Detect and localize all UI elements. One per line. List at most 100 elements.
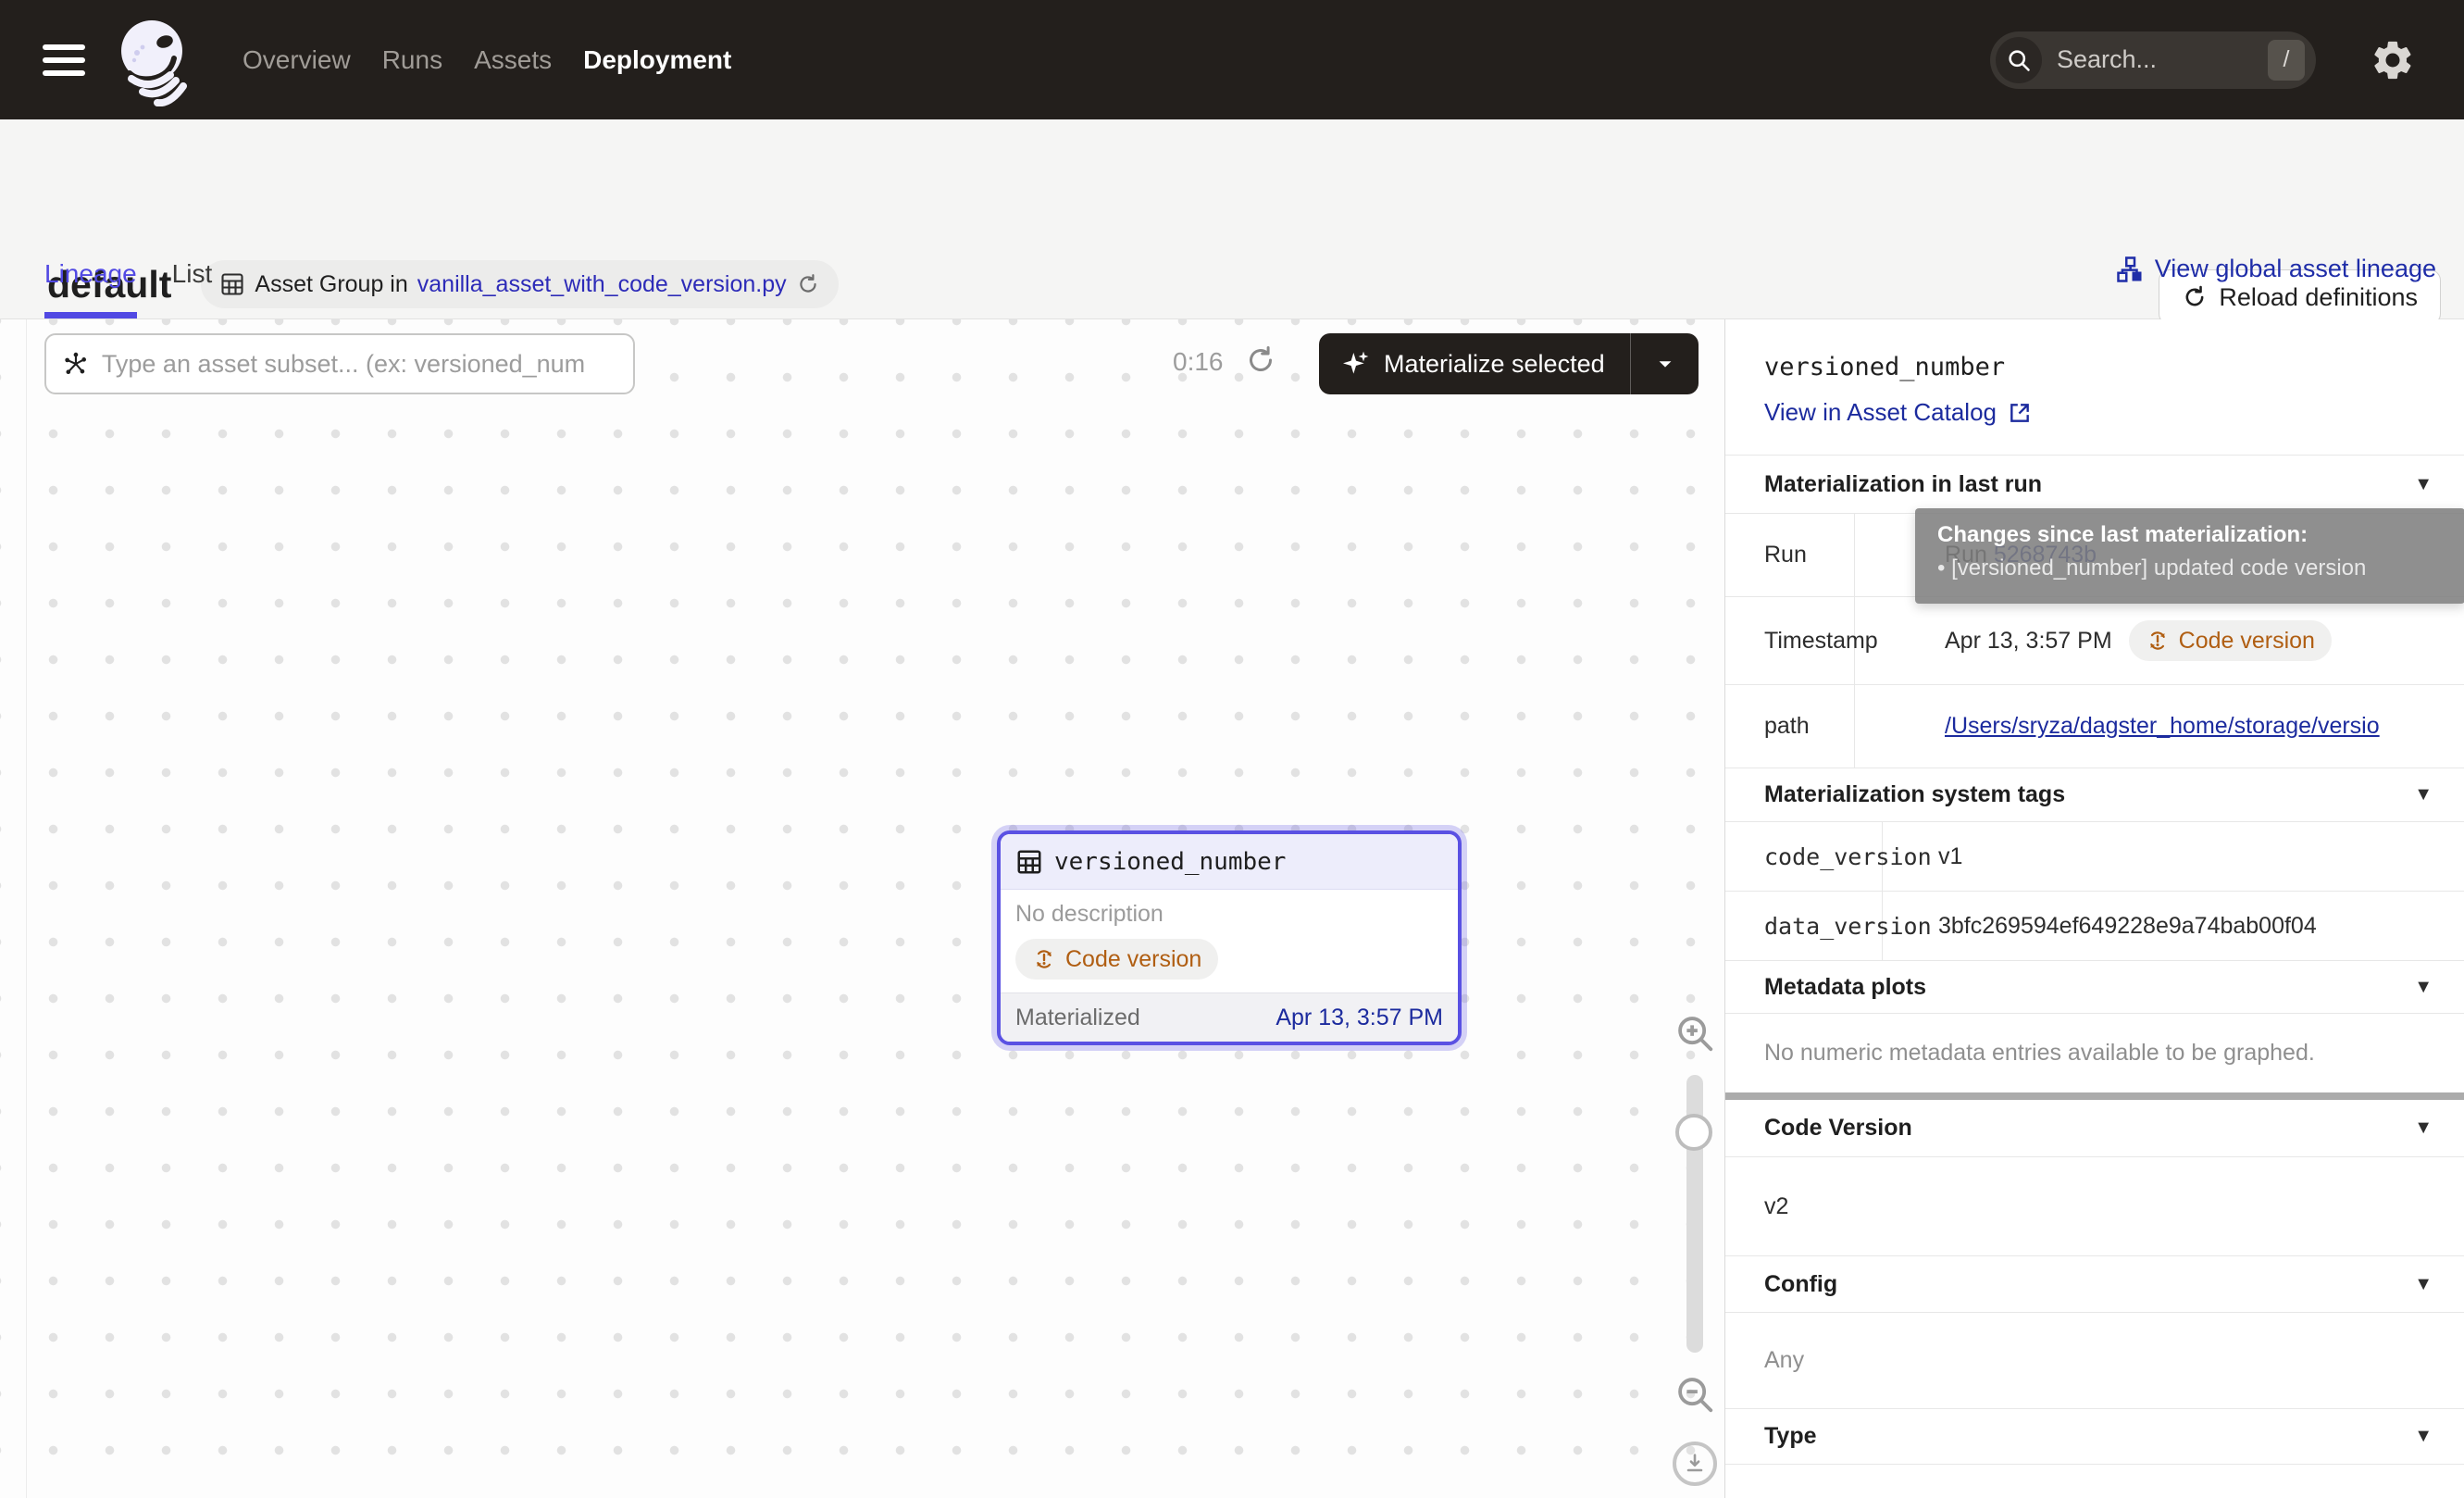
reload-definitions-label: Reload definitions — [2219, 283, 2418, 312]
reload-icon — [2182, 284, 2208, 310]
section-config[interactable]: Config ▼ — [1725, 1256, 2464, 1313]
section-metadata-plots[interactable]: Metadata plots ▼ — [1725, 961, 2464, 1014]
asset-detail-panel: versioned_number View in Asset Catalog M… — [1724, 319, 2464, 1498]
run-word: Run — [1945, 542, 1987, 568]
section-materialization-system-tags[interactable]: Materialization system tags ▼ — [1725, 768, 2464, 822]
nav-item-overview[interactable]: Overview — [243, 45, 351, 75]
section-type[interactable]: Type ▼ — [1725, 1409, 2464, 1465]
panel-asset-title: versioned_number — [1764, 353, 2464, 381]
hamburger-menu-icon[interactable] — [43, 44, 85, 76]
asset-node-description: No description — [1015, 901, 1443, 928]
asset-node-footer: Materialized Apr 13, 3:57 PM — [1001, 992, 1458, 1042]
tab-list[interactable]: List — [172, 259, 213, 318]
run-value: Run 5268743b — [1855, 514, 2464, 596]
code-version-badge: Code version — [2129, 620, 2332, 661]
search-shortcut-key: / — [2268, 40, 2305, 81]
code-version-value: v2 — [1725, 1157, 2464, 1256]
nav-item-assets[interactable]: Assets — [474, 45, 552, 75]
timestamp-text: Apr 13, 3:57 PM — [1945, 628, 2112, 655]
zoom-slider[interactable] — [1686, 1075, 1703, 1353]
tab-lineage[interactable]: Lineage — [44, 259, 137, 318]
graph-refresh-icon[interactable] — [1244, 343, 1277, 377]
asset-group-icon — [219, 271, 245, 297]
panel-section-divider — [1725, 1092, 2464, 1100]
external-link-icon — [2008, 401, 2032, 425]
nav-links: Overview Runs Assets Deployment — [243, 45, 731, 75]
asset-node-body: No description Code version — [1001, 890, 1458, 992]
global-search[interactable]: / — [1990, 31, 2316, 89]
caret-down-icon: ▼ — [2414, 1426, 2433, 1447]
materialized-status-label: Materialized — [1015, 1005, 1140, 1031]
download-graph-button[interactable] — [1673, 1442, 1717, 1486]
path-link[interactable]: /Users/sryza/dagster_home/storage/versio — [1945, 713, 2380, 740]
asset-group-badge: Asset Group in vanilla_asset_with_code_v… — [201, 260, 838, 308]
asset-group-file-link[interactable]: vanilla_asset_with_code_version.py — [417, 271, 787, 298]
path-label: path — [1725, 685, 1855, 768]
download-icon — [1682, 1451, 1708, 1477]
asset-node-versioned-number[interactable]: versioned_number No description Code ver… — [997, 830, 1462, 1045]
caret-down-icon: ▼ — [2414, 784, 2433, 805]
materialize-options-dropdown[interactable] — [1630, 333, 1699, 394]
code-version-tag-row: code_version v1 — [1725, 822, 2464, 892]
sparkle-icon — [1341, 349, 1371, 379]
code-version-badge-label: Code version — [1065, 946, 1201, 973]
section-label: Code Version — [1764, 1115, 1912, 1142]
code-version-changed-icon — [1032, 947, 1056, 971]
view-in-asset-catalog-label: View in Asset Catalog — [1764, 398, 1997, 427]
view-global-asset-lineage-label: View global asset lineage — [2155, 255, 2436, 283]
asset-node-title: versioned_number — [1054, 848, 1286, 876]
asset-group-label: Asset Group in — [255, 271, 407, 298]
caret-down-icon: ▼ — [2414, 474, 2433, 495]
zoom-slider-thumb[interactable] — [1675, 1114, 1712, 1151]
view-in-asset-catalog-link[interactable]: View in Asset Catalog — [1764, 398, 2032, 427]
timestamp-label: Timestamp — [1725, 597, 1855, 684]
lineage-canvas[interactable]: 0:16 Materialize selected versioned_numb… — [0, 319, 1724, 1498]
search-input[interactable] — [2057, 45, 2223, 74]
top-nav: Overview Runs Assets Deployment / — [0, 0, 2464, 119]
asset-subset-filter[interactable] — [44, 333, 635, 394]
chevron-down-icon — [1655, 354, 1675, 374]
zoom-controls — [1666, 1012, 1724, 1486]
run-label: Run — [1725, 514, 1855, 596]
code-version-tag-value: v1 — [1883, 822, 2464, 891]
code-version-tag-label: code_version — [1725, 822, 1883, 891]
code-version-changed-icon — [2146, 629, 2170, 653]
page-header: default Asset Group in vanilla_asset_wit… — [0, 119, 2464, 319]
nav-item-runs[interactable]: Runs — [382, 45, 442, 75]
section-label: Type — [1764, 1423, 1817, 1450]
section-materialization-in-last-run[interactable]: Materialization in last run ▼ — [1725, 456, 2464, 514]
nav-item-deployment[interactable]: Deployment — [583, 45, 731, 75]
metadata-empty-message: No numeric metadata entries available to… — [1725, 1014, 2464, 1092]
data-version-tag-label: data_version — [1725, 892, 1883, 960]
path-row: path /Users/sryza/dagster_home/storage/v… — [1725, 685, 2464, 768]
timestamp-row: Timestamp Apr 13, 3:57 PM Code version — [1725, 597, 2464, 685]
section-label: Materialization in last run — [1764, 471, 2042, 498]
view-global-asset-lineage-link[interactable]: View global asset lineage — [2116, 255, 2436, 283]
materialize-selected-button[interactable]: Materialize selected — [1319, 333, 1699, 394]
lineage-graph-icon — [2116, 256, 2144, 283]
caret-down-icon: ▼ — [2414, 977, 2433, 998]
zoom-out-icon[interactable] — [1674, 1373, 1716, 1416]
table-icon — [1015, 848, 1043, 876]
data-version-tag-row: data_version 3bfc269594ef649228e9a74bab0… — [1725, 892, 2464, 961]
section-code-version[interactable]: Code Version ▼ — [1725, 1100, 2464, 1157]
asset-node-header: versioned_number — [1001, 834, 1458, 890]
caret-down-icon: ▼ — [2414, 1117, 2433, 1139]
run-id-link[interactable]: 5268743b — [1994, 542, 2097, 568]
refresh-icon[interactable] — [796, 272, 820, 296]
zoom-in-icon[interactable] — [1674, 1012, 1716, 1055]
data-version-tag-value: 3bfc269594ef649228e9a74bab00f04 — [1883, 892, 2464, 960]
materialized-time-link[interactable]: Apr 13, 3:57 PM — [1276, 1005, 1443, 1031]
panel-header: versioned_number View in Asset Catalog — [1725, 319, 2464, 456]
gear-icon[interactable] — [2370, 37, 2416, 83]
section-label: Metadata plots — [1764, 974, 1926, 1001]
section-label: Config — [1764, 1271, 1837, 1298]
search-icon — [1996, 37, 2042, 83]
code-version-badge: Code version — [1015, 939, 1218, 980]
asset-subset-input[interactable] — [102, 350, 616, 379]
section-label: Materialization system tags — [1764, 781, 2065, 808]
caret-down-icon: ▼ — [2414, 1274, 2433, 1295]
dagster-logo-icon[interactable] — [109, 14, 198, 106]
run-row: Run Run 5268743b — [1725, 514, 2464, 597]
config-value: Any — [1725, 1313, 2464, 1409]
